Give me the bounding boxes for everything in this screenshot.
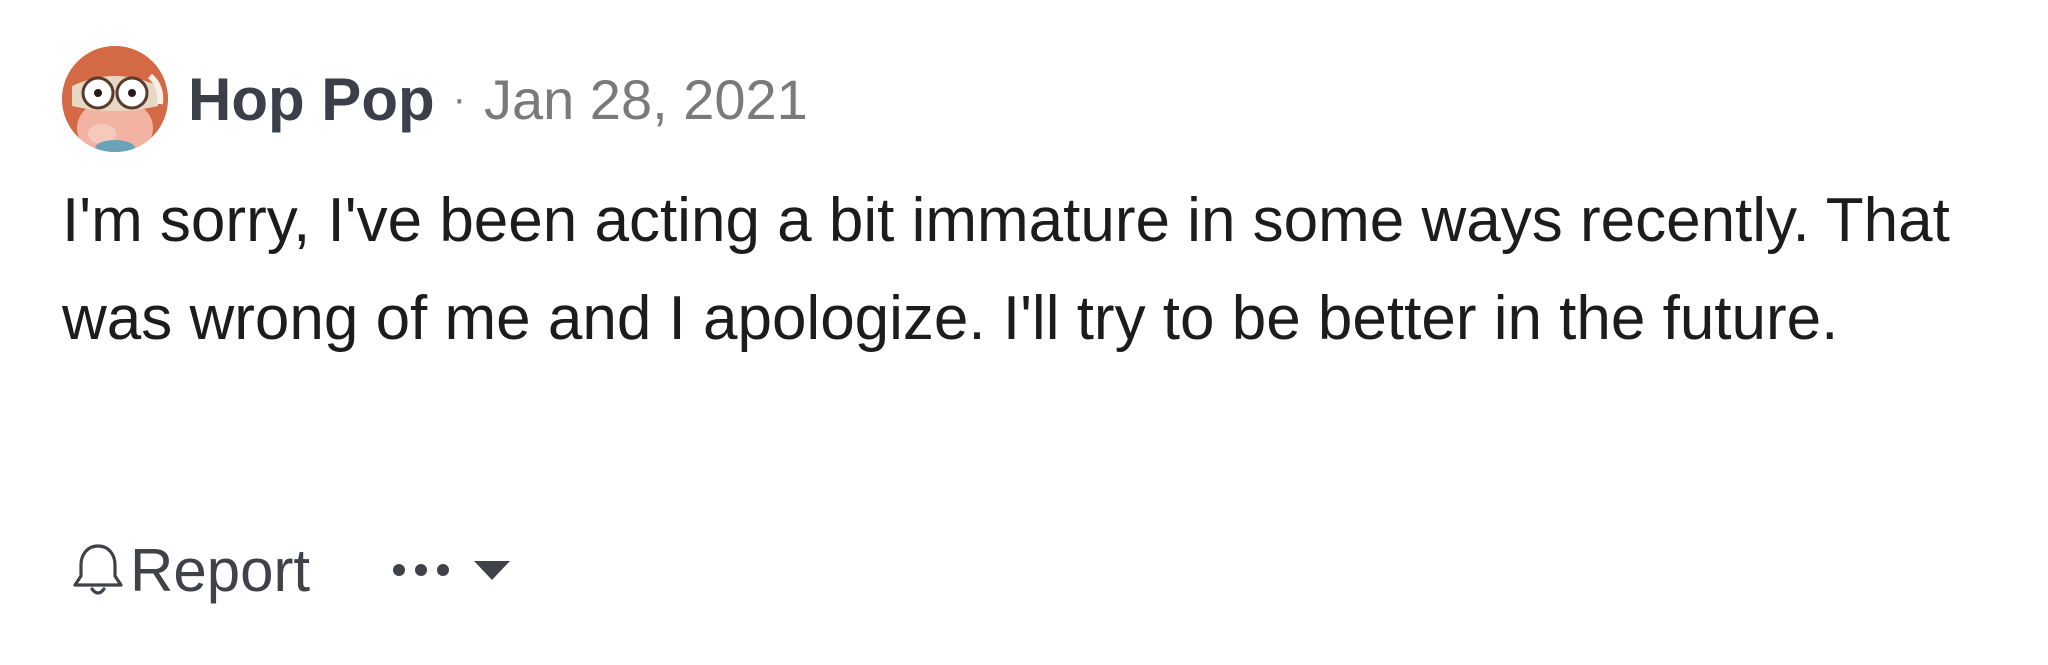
comment: Hop Pop · Jan 28, 2021 I'm sorry, I've b…: [62, 46, 2022, 368]
report-button[interactable]: Report: [70, 536, 310, 605]
cartoon-avatar-icon: [62, 46, 168, 152]
comment-actions: Report: [70, 530, 512, 610]
meta-separator: ·: [452, 76, 466, 121]
more-options-button[interactable]: [390, 558, 512, 582]
bell-icon: [73, 544, 123, 595]
ellipsis-icon: [393, 564, 450, 576]
comment-header: Hop Pop · Jan 28, 2021: [62, 46, 2022, 152]
report-label: Report: [130, 536, 311, 604]
comment-timestamp[interactable]: Jan 28, 2021: [484, 67, 808, 132]
author-name[interactable]: Hop Pop: [188, 65, 435, 134]
avatar[interactable]: [62, 46, 168, 152]
comment-body: I'm sorry, I've been acting a bit immatu…: [62, 186, 1950, 353]
caret-down-icon: [474, 561, 511, 580]
